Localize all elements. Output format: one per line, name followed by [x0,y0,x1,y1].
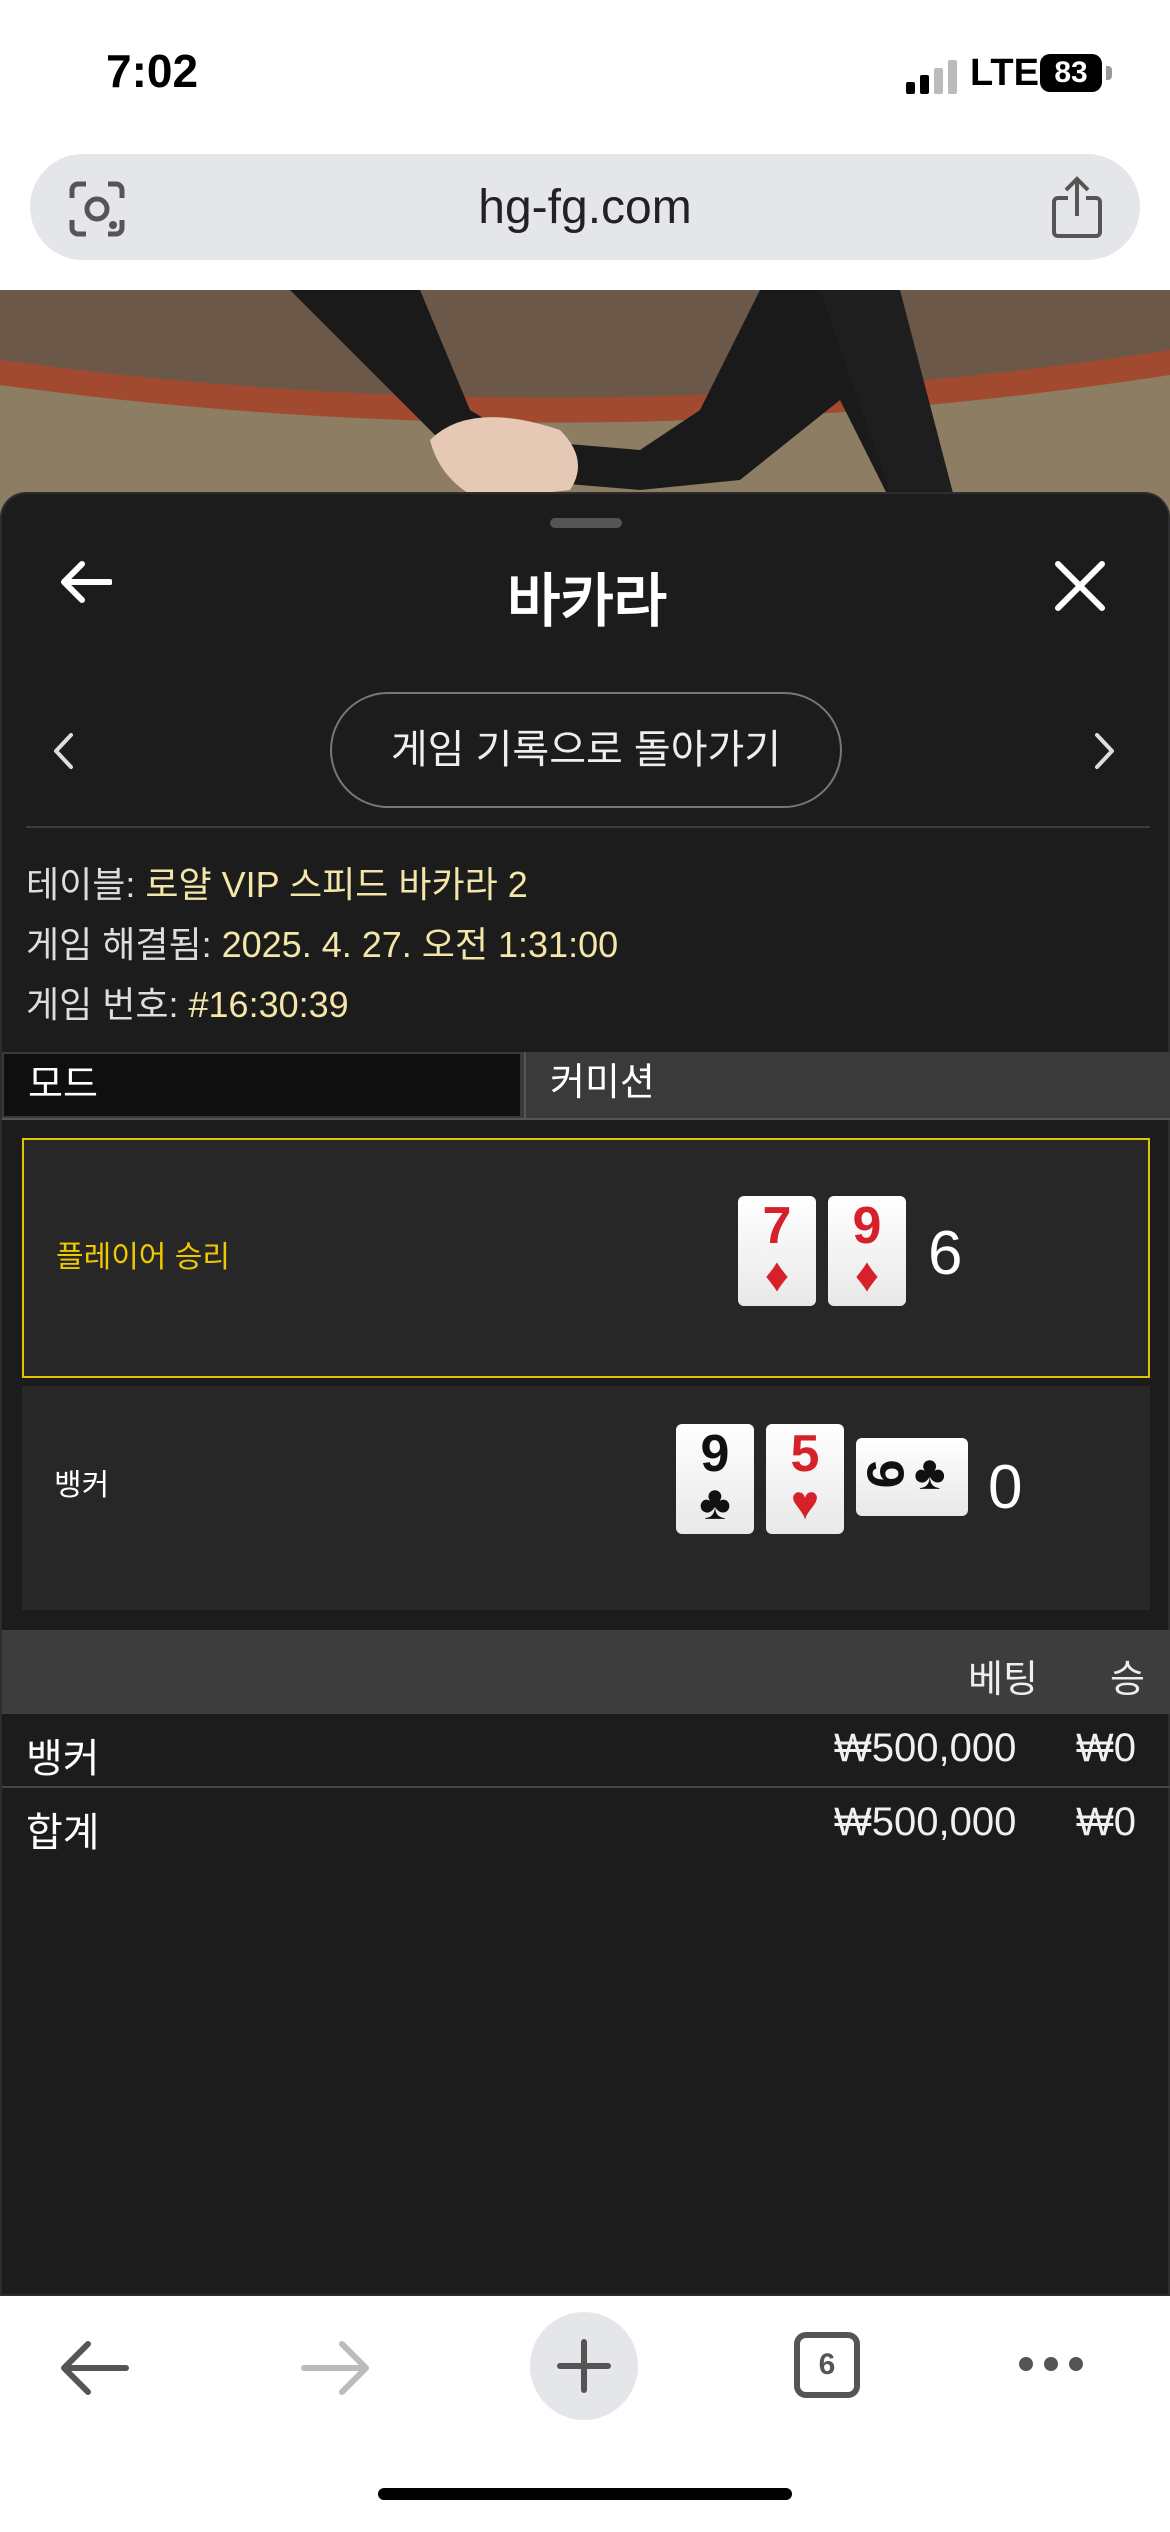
mode-bar-divider [2,1118,1170,1120]
game-detail-panel: 바카라 게임 기록으로 돌아가기 테이블: 로얄 VIP 스피드 바카라 2 게… [0,492,1170,2296]
bet-table-header: 베팅 승 [2,1630,1170,1714]
resolved-label: 게임 해결됨: [26,924,222,965]
back-to-history-button[interactable]: 게임 기록으로 돌아가기 [330,692,842,808]
player-score: 6 [928,1219,963,1288]
mode-bar: 모드 커미션 [2,1052,1170,1118]
banker-card-2: 5 ♥ [766,1424,844,1534]
banker-score: 0 [988,1453,1023,1522]
bet-column-header: 베팅 [968,1659,1038,1701]
bet-row: 뱅커 ₩500,000 ₩0 [2,1716,1170,1786]
status-bar: 7:02 LTE 83 [0,0,1170,150]
game-number-info: 게임 번호: #16:30:39 [26,976,349,1028]
table-info: 테이블: 로얄 VIP 스피드 바카라 2 [26,856,528,908]
browser-forward-icon[interactable] [300,2340,372,2396]
home-indicator[interactable] [378,2488,792,2500]
drag-handle[interactable] [550,518,622,528]
player-result-row: 플레이어 승리 7 ♦ 9 ♦ 6 [22,1138,1150,1378]
total-label: 합계 [26,1811,100,1855]
new-tab-button[interactable] [530,2312,638,2420]
player-card-2: 9 ♦ [828,1196,906,1306]
resolved-value: 2025. 4. 27. 오전 1:31:00 [221,924,619,965]
game-number-label: 게임 번호: [26,984,189,1025]
chevron-right-icon[interactable] [1094,732,1116,770]
network-label: LTE [970,52,1039,94]
plus-icon [557,2339,611,2393]
browser-back-icon[interactable] [58,2340,130,2396]
total-bet-amount: ₩500,000 [834,1800,1017,1844]
live-video-background [0,290,1170,520]
bet-amount: ₩500,000 [834,1726,1017,1770]
browser-toolbar: 6 [0,2296,1170,2532]
battery-icon: 83 [1040,54,1102,92]
share-icon[interactable] [1050,176,1104,238]
signal-icon [906,60,957,94]
battery-tip [1106,66,1112,80]
banker-card-1: 9 ♣ [676,1424,754,1534]
panel-title: 바카라 [506,569,668,634]
game-number-value: #16:30:39 [188,984,349,1025]
player-card-1: 7 ♦ [738,1196,816,1306]
header-divider [26,826,1150,828]
more-icon[interactable] [1016,2354,1086,2374]
bet-row-divider [2,1786,1170,1788]
tab-commission[interactable]: 커미션 [524,1052,1170,1118]
status-time: 7:02 [106,45,199,97]
close-icon[interactable] [1054,560,1106,612]
table-label: 테이블: [26,864,146,905]
banker-card-3-sideways: 9 ♣ [855,1438,968,1516]
banker-result-row: 뱅커 9 ♣ 5 ♥ 9 ♣ 0 [22,1386,1150,1610]
banker-label: 뱅커 [54,1469,110,1502]
tab-mode[interactable]: 모드 [4,1054,520,1116]
tab-count-button[interactable]: 6 [794,2332,860,2398]
total-win-amount: ₩0 [1076,1800,1136,1844]
chevron-left-icon[interactable] [52,732,74,770]
table-value: 로얄 VIP 스피드 바카라 2 [145,864,528,905]
win-amount: ₩0 [1076,1726,1136,1770]
address-bar[interactable]: hg-fg.com [30,154,1140,260]
win-column-header: 승 [1110,1659,1145,1701]
dealer-table-image [0,290,1170,520]
bet-name: 뱅커 [26,1737,100,1781]
total-row: 합계 ₩500,000 ₩0 [2,1790,1170,1860]
player-winner-label: 플레이어 승리 [56,1241,230,1274]
url-text: hg-fg.com [478,181,692,234]
resolved-info: 게임 해결됨: 2025. 4. 27. 오전 1:31:00 [26,916,618,968]
browser-address-area: hg-fg.com [0,150,1170,290]
